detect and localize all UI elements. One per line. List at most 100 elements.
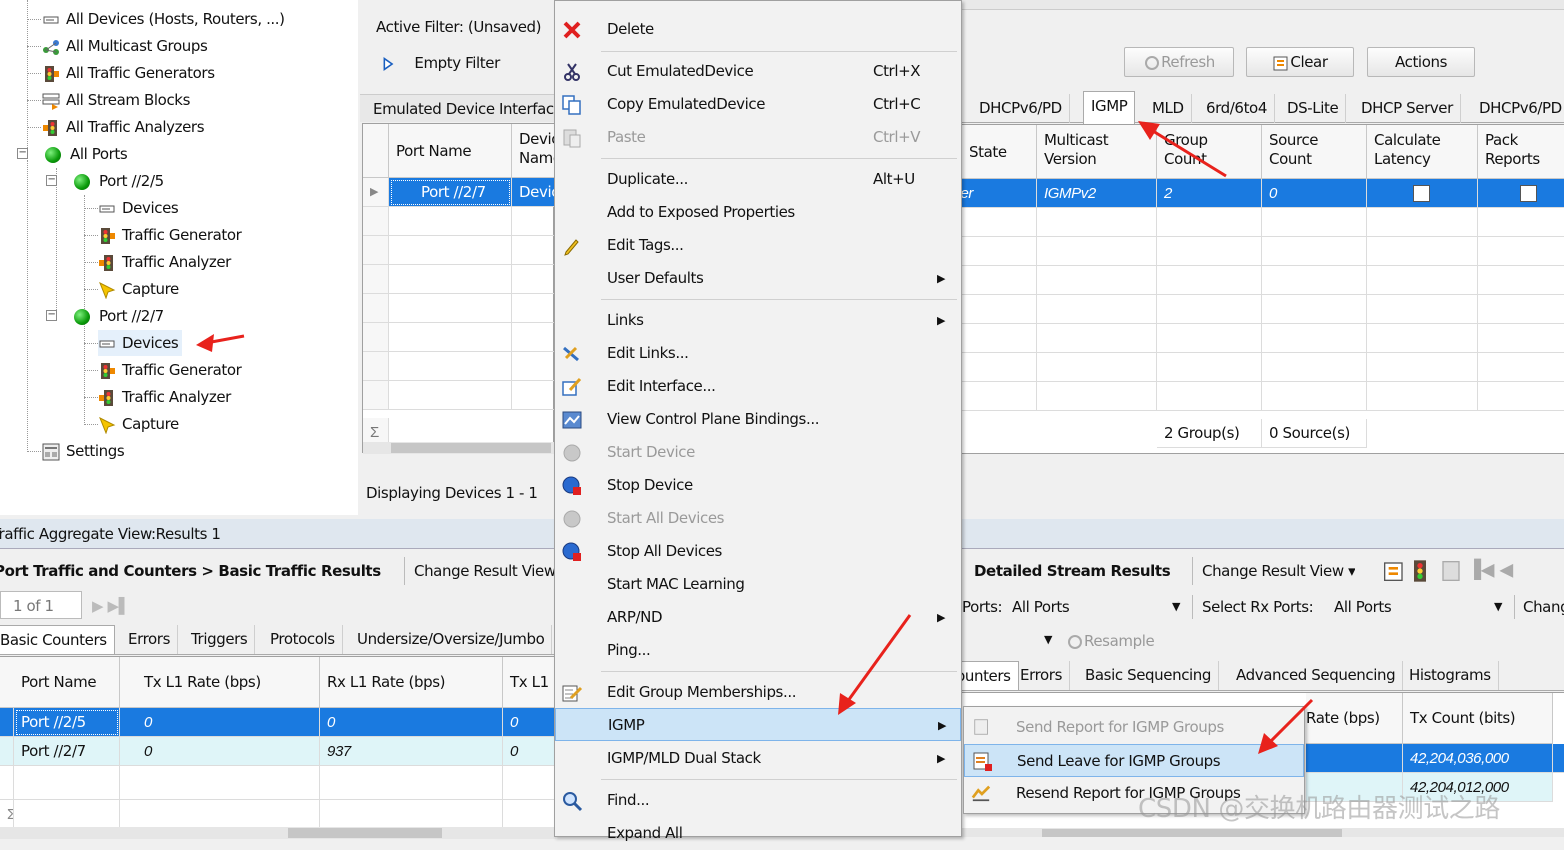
col-port-name[interactable]: Port Name — [389, 124, 512, 178]
menu-start-all-devices[interactable]: Start All Devices — [555, 502, 961, 535]
igmp-state-cell[interactable]: Never — [962, 179, 1037, 208]
actions-button[interactable]: Actions — [1367, 47, 1475, 77]
device-row-port[interactable]: Port //2/7 — [389, 178, 512, 207]
collapse-port-2-5[interactable]: − — [46, 175, 57, 186]
refresh-button[interactable]: Refresh — [1124, 47, 1234, 77]
col-group-count[interactable]: Group Count — [1157, 125, 1262, 179]
h-scrollbar[interactable] — [363, 442, 555, 454]
tab-histograms[interactable]: Histograms — [1402, 661, 1499, 690]
menu-start-device[interactable]: Start Device — [555, 436, 961, 469]
igmp-group-count-cell[interactable]: 2 — [1157, 179, 1262, 208]
menu-stop-device[interactable]: Stop Device — [555, 469, 961, 502]
tree-port-2-5-traffic-analyzer[interactable]: Traffic Analyzer — [98, 249, 231, 275]
change-view-short[interactable]: Chang — [1514, 595, 1564, 619]
tab-6rd-6to4[interactable]: 6rd/6to4 — [1199, 94, 1275, 123]
tab-basic-counters[interactable]: Basic Counters — [0, 625, 115, 654]
device-row-name[interactable]: Device — [512, 178, 555, 207]
pager-field[interactable]: 1 of 1 — [0, 591, 82, 619]
tree-port-2-7-capture[interactable]: Capture — [98, 411, 179, 437]
pack-reports-checkbox[interactable] — [1520, 185, 1537, 202]
col-pack-reports[interactable]: Pack Reports — [1478, 125, 1564, 179]
change-result-view-button[interactable]: Change Result View — [404, 557, 556, 585]
tree-all-devices[interactable]: All Devices (Hosts, Routers, ...) — [42, 6, 285, 32]
tx-ports-select[interactable]: All Ports ▼ — [1006, 593, 1186, 621]
col-tx-l1[interactable]: Tx L1 — [503, 657, 556, 708]
menu-edit-group-memberships[interactable]: Edit Group Memberships... — [555, 676, 961, 709]
col-calculate-latency[interactable]: Calculate Latency — [1367, 125, 1478, 179]
tree-port-2-7[interactable]: Port //2/7 — [74, 303, 164, 329]
tree-port-2-7-traffic-generator[interactable]: Traffic Generator — [98, 357, 242, 383]
col-source-count[interactable]: Source Count — [1262, 125, 1367, 179]
menu-cut[interactable]: Cut EmulatedDevice Ctrl+X — [555, 55, 961, 88]
col-state[interactable]: State — [962, 125, 1037, 179]
col-rate[interactable]: Rate (bps) — [1306, 693, 1403, 744]
tree-all-ports[interactable]: All Ports — [45, 141, 128, 167]
tree-all-traffic-generators[interactable]: All Traffic Generators — [42, 60, 215, 86]
tree-port-2-5-capture[interactable]: Capture — [98, 276, 179, 302]
menu-user-defaults[interactable]: User Defaults ▶ — [555, 262, 961, 295]
tree-port-2-5[interactable]: Port //2/5 — [74, 168, 164, 194]
col-tx-count-bits[interactable]: Tx Count (bits) — [1403, 693, 1553, 744]
igmp-version-cell[interactable]: IGMPv2 — [1037, 179, 1157, 208]
menu-duplicate[interactable]: Duplicate... Alt+U — [555, 163, 961, 196]
col-device-name[interactable]: Device Name — [512, 124, 555, 178]
rx-ports-select[interactable]: All Ports ▼ — [1328, 593, 1508, 621]
tree-all-multicast-groups[interactable]: All Multicast Groups — [42, 33, 208, 59]
resample-button[interactable]: Resample — [1066, 629, 1154, 653]
collapse-all-ports[interactable]: − — [17, 148, 28, 159]
tab-protocols[interactable]: Protocols — [263, 625, 343, 654]
traffic-generator-icon[interactable] — [1410, 559, 1434, 583]
menu-copy[interactable]: Copy EmulatedDevice Ctrl+C — [555, 88, 961, 121]
menu-igmp[interactable]: IGMP ▶ — [555, 708, 961, 741]
tree-all-traffic-analyzers[interactable]: All Traffic Analyzers — [42, 114, 205, 140]
h-scrollbar[interactable] — [962, 828, 1564, 837]
menu-paste[interactable]: Paste Ctrl+V — [555, 121, 961, 154]
tab-dhcpv6-pd-2[interactable]: DHCPv6/PD — [1472, 94, 1564, 123]
menu-edit-links[interactable]: Edit Links... — [555, 337, 961, 370]
export-icon[interactable] — [1439, 559, 1463, 583]
next-page-button[interactable]: ▶ ▶▌ — [92, 597, 130, 615]
clear-icon[interactable] — [1382, 559, 1406, 583]
menu-add-exposed-properties[interactable]: Add to Exposed Properties — [555, 196, 961, 229]
tab-dhcp-server[interactable]: DHCP Server — [1354, 94, 1461, 123]
menu-arp-nd[interactable]: ARP/ND ▶ — [555, 601, 961, 634]
tree-port-2-5-traffic-generator[interactable]: Traffic Generator — [98, 222, 242, 248]
tree-settings[interactable]: Settings — [42, 438, 125, 464]
menu-edit-interface[interactable]: Edit Interface... — [555, 370, 961, 403]
tab-basic-sequencing[interactable]: Basic Sequencing — [1078, 661, 1220, 690]
tab-dhcpv6-pd[interactable]: DHCPv6/PD — [972, 94, 1070, 123]
menu-view-bindings[interactable]: View Control Plane Bindings... — [555, 403, 961, 436]
menu-expand-all[interactable]: Expand All — [555, 817, 961, 850]
first-page-icon[interactable]: ▐◀ ◀ — [1467, 560, 1513, 581]
tab-advanced-sequencing[interactable]: Advanced Sequencing — [1229, 661, 1404, 690]
tab-undersize-oversize[interactable]: Undersize/Oversize/Jumbo — [350, 625, 553, 654]
result-port-2-5[interactable]: Port //2/5 — [14, 708, 120, 737]
menu-links[interactable]: Links ▶ — [555, 304, 961, 337]
menu-edit-tags[interactable]: Edit Tags... — [555, 229, 961, 262]
empty-filter-button[interactable]: Empty Filter — [382, 52, 500, 74]
tab-triggers[interactable]: Triggers — [184, 625, 256, 654]
tree-port-2-7-traffic-analyzer[interactable]: Traffic Analyzer — [98, 384, 231, 410]
menu-send-report[interactable]: Send Report for IGMP Groups — [964, 711, 1304, 744]
tab-errors[interactable]: Errors — [121, 625, 178, 654]
menu-stop-all-devices[interactable]: Stop All Devices — [555, 535, 961, 568]
dropdown-arrow[interactable]: ▼ — [1044, 633, 1052, 646]
menu-find[interactable]: Find... — [555, 784, 961, 817]
collapse-port-2-7[interactable]: − — [46, 310, 57, 321]
col-port-name[interactable]: Port Name — [14, 657, 120, 708]
tab-counters[interactable]: Counters — [962, 661, 1019, 690]
calculate-latency-checkbox[interactable] — [1413, 185, 1430, 202]
tab-ds-lite[interactable]: DS-Lite — [1280, 94, 1347, 123]
col-multicast-version[interactable]: Multicast Version — [1037, 125, 1157, 179]
menu-delete[interactable]: Delete — [555, 13, 961, 46]
igmp-source-count-cell[interactable]: 0 — [1262, 179, 1367, 208]
tab-errors[interactable]: Errors — [1013, 661, 1070, 690]
tab-igmp[interactable]: IGMP — [1083, 91, 1136, 124]
result-port-2-7[interactable]: Port //2/7 — [14, 737, 120, 766]
change-result-view-button-2[interactable]: Change Result View ▾ — [1192, 557, 1355, 585]
tree-all-stream-blocks[interactable]: All Stream Blocks — [42, 87, 190, 113]
menu-start-mac-learning[interactable]: Start MAC Learning — [555, 568, 961, 601]
menu-ping[interactable]: Ping... — [555, 634, 961, 667]
col-rx-l1-rate[interactable]: Rx L1 Rate (bps) — [320, 657, 503, 708]
h-scrollbar[interactable] — [0, 827, 556, 839]
